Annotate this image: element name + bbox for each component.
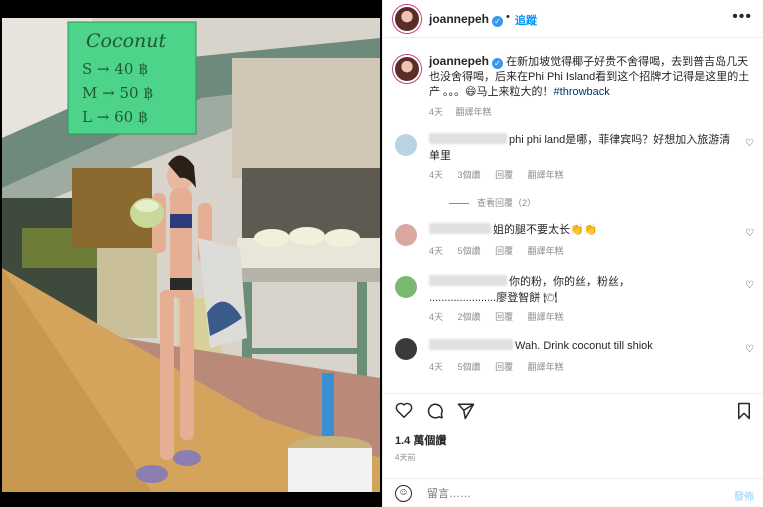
comment-likes[interactable]: 5個讚 bbox=[458, 246, 481, 256]
comment-time: 4天 bbox=[429, 246, 444, 256]
comment-avatar[interactable] bbox=[395, 134, 417, 156]
comment-like-icon[interactable]: ♡ bbox=[745, 138, 754, 149]
caption-time: 4天 bbox=[429, 107, 444, 117]
comment-icon[interactable] bbox=[426, 402, 444, 424]
sign-title: Coconut bbox=[86, 30, 167, 52]
reply-button[interactable]: 回覆 bbox=[495, 246, 513, 256]
translate-link[interactable]: 翻譯年糕 bbox=[528, 362, 564, 372]
translate-link[interactable]: 翻譯年糕 bbox=[528, 312, 564, 322]
avatar[interactable] bbox=[393, 5, 421, 33]
translate-link[interactable]: 翻譯年糕 bbox=[528, 246, 564, 256]
comment-bar: ☺ 發佈 bbox=[383, 478, 763, 507]
comment-meta: 4天 5個讚 回覆 翻譯年糕 bbox=[429, 244, 576, 257]
comment-time: 4天 bbox=[429, 362, 444, 372]
comment-time: 4天 bbox=[429, 312, 444, 322]
post-comment-button[interactable]: 發佈 bbox=[734, 488, 754, 503]
translate-link[interactable]: 翻譯年糕 bbox=[528, 170, 564, 180]
like-count[interactable]: 1.4 萬個讚 bbox=[395, 432, 446, 448]
comment-text-line1: 你的粉，你的丝，粉丝， bbox=[509, 276, 630, 288]
comment-meta: 4天 2個讚 回覆 翻譯年糕 bbox=[429, 310, 576, 323]
action-bar bbox=[383, 393, 763, 429]
follow-button[interactable]: 追蹤 bbox=[515, 12, 537, 28]
reply-button[interactable]: 回覆 bbox=[495, 362, 513, 372]
comment-body: 姐的腿不要太长👏👏 bbox=[429, 222, 739, 238]
reply-button[interactable]: 回覆 bbox=[495, 312, 513, 322]
comment-likes[interactable]: 2個讚 bbox=[458, 312, 481, 322]
post-time: 4天前 bbox=[395, 453, 416, 462]
comment-like-icon[interactable]: ♡ bbox=[745, 344, 754, 355]
photo-panel: Coconut S → 40 ฿ M → 50 ฿ L → 60 ฿ bbox=[0, 0, 382, 507]
instagram-post-window: Coconut S → 40 ฿ M → 50 ฿ L → 60 ฿ joann… bbox=[0, 0, 763, 507]
sign-line-m: M → 50 ฿ bbox=[82, 84, 153, 102]
comment-time: 4天 bbox=[429, 170, 444, 180]
heart-icon[interactable] bbox=[395, 402, 413, 422]
share-icon[interactable] bbox=[457, 402, 475, 424]
blurred-username bbox=[429, 133, 507, 144]
header-username-wrap: joannepeh ✓ bbox=[429, 12, 504, 27]
comment-likes[interactable]: 3個讚 bbox=[458, 170, 481, 180]
comment-avatar[interactable] bbox=[395, 224, 417, 246]
price-sign: Coconut S → 40 ฿ M → 50 ฿ L → 60 ฿ bbox=[68, 22, 196, 134]
view-replies-button[interactable]: 查看回覆（2） bbox=[449, 196, 536, 209]
comment-input[interactable] bbox=[427, 485, 707, 502]
comment-like-icon[interactable]: ♡ bbox=[745, 228, 754, 239]
sign-line-s: S → 40 ฿ bbox=[82, 60, 148, 78]
caption-translate-link[interactable]: 翻譯年糕 bbox=[456, 107, 492, 117]
comment-meta: 4天 3個讚 回覆 翻譯年糕 bbox=[429, 168, 576, 181]
blurred-username bbox=[429, 275, 507, 286]
blurred-username bbox=[429, 223, 491, 234]
comment-text: Wah. Drink coconut till shiok bbox=[515, 340, 653, 352]
comment-body: phi phi land是哪，菲律宾吗？好想加入旅游清单里 bbox=[429, 132, 739, 164]
post-photo[interactable]: Coconut S → 40 ฿ M → 50 ฿ L → 60 ฿ bbox=[2, 18, 380, 492]
comment-text-line2: ......................廖登智餅 🍽 bbox=[429, 292, 558, 304]
caption-username[interactable]: joannepeh bbox=[429, 54, 489, 68]
post-caption: joannepeh ✓ 在新加坡觉得椰子好贵不舍得喝，去到普吉岛几天也没舍得喝，后… bbox=[429, 54, 751, 120]
verified-icon: ✓ bbox=[492, 58, 504, 69]
sign-line-l: L → 60 ฿ bbox=[82, 108, 148, 126]
comment-avatar[interactable] bbox=[395, 276, 417, 298]
post-header: joannepeh ✓ • 追蹤 ••• bbox=[383, 0, 763, 38]
caption-meta: 4天 翻譯年糕 bbox=[429, 105, 751, 120]
blurred-username bbox=[429, 339, 513, 350]
comment-likes[interactable]: 5個讚 bbox=[458, 362, 481, 372]
bookmark-icon[interactable] bbox=[736, 402, 752, 424]
comment-avatar[interactable] bbox=[395, 338, 417, 360]
comment-meta: 4天 5個讚 回覆 翻譯年糕 bbox=[429, 360, 576, 373]
comment-body: Wah. Drink coconut till shiok bbox=[429, 338, 739, 354]
post-sidebar: joannepeh ✓ • 追蹤 ••• joannepeh ✓ 在新加坡觉得椰子好… bbox=[382, 0, 763, 507]
verified-icon: ✓ bbox=[492, 16, 504, 27]
emoji-icon[interactable]: ☺ bbox=[395, 485, 412, 502]
comment-body: 你的粉，你的丝，粉丝， ......................廖登智餅 🍽 bbox=[429, 274, 739, 306]
more-options-icon[interactable]: ••• bbox=[732, 8, 752, 26]
comment-like-icon[interactable]: ♡ bbox=[745, 280, 754, 291]
caption-hashtag[interactable]: #throwback bbox=[554, 86, 610, 98]
reply-button[interactable]: 回覆 bbox=[495, 170, 513, 180]
header-separator: • bbox=[506, 11, 510, 23]
header-username[interactable]: joannepeh bbox=[429, 12, 489, 26]
caption-avatar[interactable] bbox=[393, 55, 421, 83]
comment-text: 姐的腿不要太长👏👏 bbox=[493, 224, 598, 236]
